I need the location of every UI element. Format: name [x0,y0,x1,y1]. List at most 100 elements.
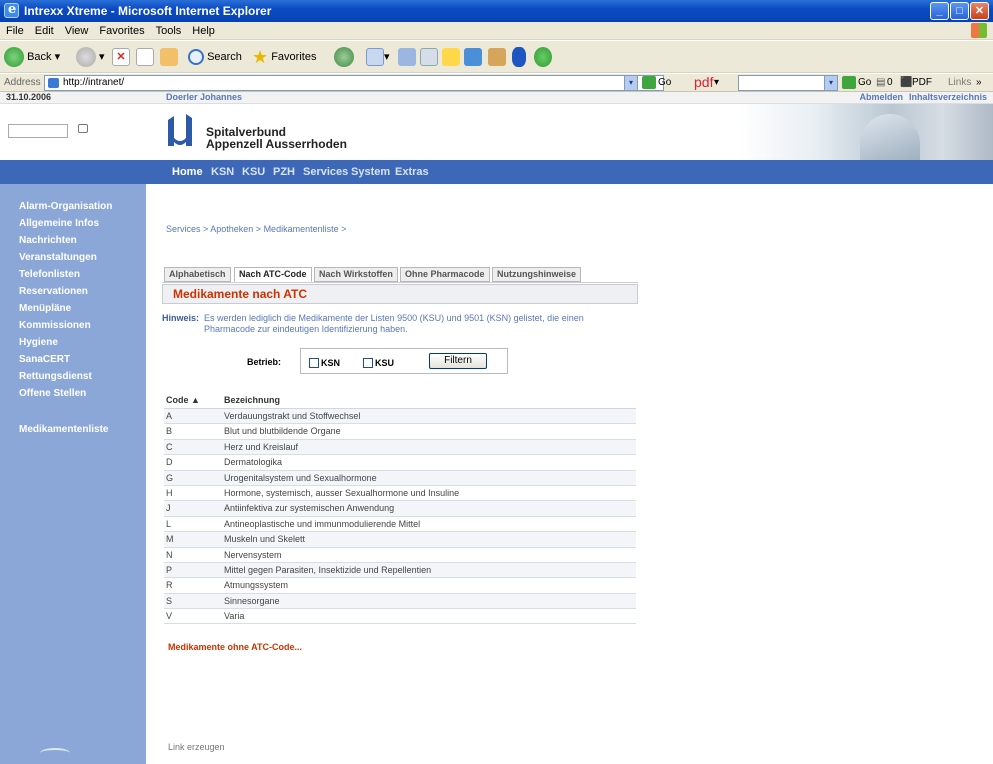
atc-description: Antiinfektiva zur systemischen Anwendung [224,503,395,514]
sidebar-item-infos[interactable]: Allgemeine Infos [19,215,112,232]
minimize-button[interactable]: _ [930,2,949,20]
table-row[interactable]: C Herz und Kreislauf [164,439,636,456]
edit-button[interactable] [420,47,438,67]
research-button[interactable] [488,47,506,67]
address-input[interactable]: http://intranet/ [44,75,664,91]
forward-button[interactable]: ▾ [76,47,105,68]
atc-description: Varia [224,611,245,622]
table-row[interactable]: H Hormone, systemisch, ausser Sexualhormo… [164,486,636,502]
refresh-button[interactable] [136,47,154,67]
table-row[interactable]: V Varia [164,609,636,625]
tab-divider [162,282,638,283]
table-row[interactable]: N Nervensystem [164,548,636,563]
sidebar-item-rettungsdienst[interactable]: Rettungsdienst [19,368,112,385]
bluetooth-button[interactable] [512,47,526,68]
table-row[interactable]: A Verdauungstrakt und Stoffwechsel [164,409,636,425]
table-row[interactable]: L Antineoplastische und immunmodulierende… [164,517,636,533]
tab-nutzungshinweise[interactable]: Nutzungshinweise [492,267,582,282]
table-row[interactable]: S Sinnesorgane [164,593,636,610]
connect-button[interactable] [464,47,482,67]
go2-button[interactable]: Go [858,77,871,88]
sidebar-item-veranstaltungen[interactable]: Veranstaltungen [19,249,112,266]
tab-alphabetisch[interactable]: Alphabetisch [164,267,231,282]
nav-pzh[interactable]: PZH [273,166,295,178]
sidebar-item-sanacert[interactable]: SanaCERT [19,351,112,368]
table-row[interactable]: B Blut und blutbildende Organe [164,424,636,440]
go-arrow-icon[interactable] [642,76,656,89]
menu-tools[interactable]: Tools [150,22,187,37]
print-button[interactable] [398,47,416,67]
breadcrumb[interactable]: Services > Apotheken > Medikamentenliste… [166,224,346,234]
table-row[interactable]: D Dermatologika [164,455,636,471]
menu-favorites[interactable]: Favorites [93,22,149,37]
no-atc-link[interactable]: Medikamente ohne ATC-Code... [168,642,302,652]
sidebar-item-nachrichten[interactable]: Nachrichten [19,232,112,249]
menu-file[interactable]: File [0,22,29,37]
menu-edit[interactable]: Edit [29,22,59,37]
pdf-button[interactable]: PDF [912,77,932,88]
chat-icon[interactable] [78,124,88,133]
count-icon: ▤ [876,77,886,88]
go-button[interactable]: Go [658,77,671,88]
sidebar-item-kommissionen[interactable]: Kommissionen [19,317,112,334]
window-title: Intrexx Xtreme - Microsoft Internet Expl… [24,4,272,18]
favorites-button[interactable]: ★ Favorites [252,47,316,67]
table-row[interactable]: M Muskeln und Skelett [164,532,636,548]
table-row[interactable]: P Mittel gegen Parasiten, Insektizide und… [164,562,636,579]
column-name-header[interactable]: Bezeichnung [224,395,280,405]
ksu-checkbox[interactable] [363,358,373,368]
table-row[interactable]: G Urogenitalsystem und Sexualhormone [164,470,636,486]
sidebar-item-menueplaene[interactable]: Menüpläne [19,300,112,317]
notes-button[interactable] [442,47,460,67]
tab-ohne-pharmacode[interactable]: Ohne Pharmacode [400,267,490,282]
filter-button[interactable]: Filtern [429,353,487,369]
atc-description: Dermatologika [224,457,283,468]
nav-ksu[interactable]: KSU [242,166,265,178]
table-row[interactable]: R Atmungssystem [164,578,636,594]
logout-link[interactable]: Abmelden [859,92,903,102]
nav-system[interactable]: System [351,166,390,178]
menu-view[interactable]: View [59,22,94,37]
nav-extras[interactable]: Extras [395,166,429,178]
search-button[interactable]: Search [188,47,242,67]
nav-ksn[interactable]: KSN [211,166,234,178]
mail-button[interactable]: ▾ [366,47,390,67]
links-chevron-icon[interactable]: » [976,77,982,88]
tab-wirkstoffe[interactable]: Nach Wirkstoffen [314,267,398,282]
sidebar-item-medikamentenliste[interactable]: Medikamentenliste [19,424,108,435]
pdf-search-input[interactable] [738,75,838,91]
menu-help[interactable]: Help [186,22,220,37]
messenger-button[interactable] [534,47,552,68]
windows-logo-icon [971,23,987,38]
links-button[interactable]: Links [948,77,971,88]
history-button[interactable] [334,47,354,68]
bluetooth-icon [512,47,526,68]
home-button[interactable] [160,47,178,67]
column-code-header[interactable]: Code ▲ [166,395,200,405]
table-row[interactable]: J Antiinfektiva zur systemischen Anwendun… [164,501,636,517]
atc-description: Verdauungstrakt und Stoffwechsel [224,411,361,421]
address-dropdown-arrow[interactable]: ▾ [624,75,638,91]
ksn-checkbox[interactable] [309,358,319,368]
sidebar-item-telefonlisten[interactable]: Telefonlisten [19,266,112,283]
pdf-dropdown-arrow[interactable]: ▾ [714,77,719,88]
quick-search-input[interactable] [8,124,68,138]
create-link[interactable]: Link erzeugen [168,742,225,752]
sidebar-item-alarm[interactable]: Alarm-Organisation [19,198,112,215]
nav-services[interactable]: Services [303,166,348,178]
sidebar-item-reservationen[interactable]: Reservationen [19,283,112,300]
tab-atc-code[interactable]: Nach ATC-Code [234,267,312,282]
sidebar-item-hygiene[interactable]: Hygiene [19,334,112,351]
logo-icon [168,114,192,146]
close-button[interactable]: ✕ [970,2,989,20]
nav-home[interactable]: Home [172,166,203,178]
back-button[interactable]: Back ▾ [4,47,60,68]
search-dropdown-arrow[interactable]: ▾ [824,75,838,91]
maximize-button[interactable]: □ [950,2,969,20]
sidebar-item-stellen[interactable]: Offene Stellen [19,385,112,402]
go2-arrow-icon[interactable] [842,76,856,89]
current-user: Doerler Johannes [166,92,243,102]
organization-name: Spitalverbund Appenzell Ausserrhoden [206,125,347,151]
stop-button[interactable]: ✕ [112,47,130,67]
index-link[interactable]: Inhaltsverzeichnis [909,92,987,102]
